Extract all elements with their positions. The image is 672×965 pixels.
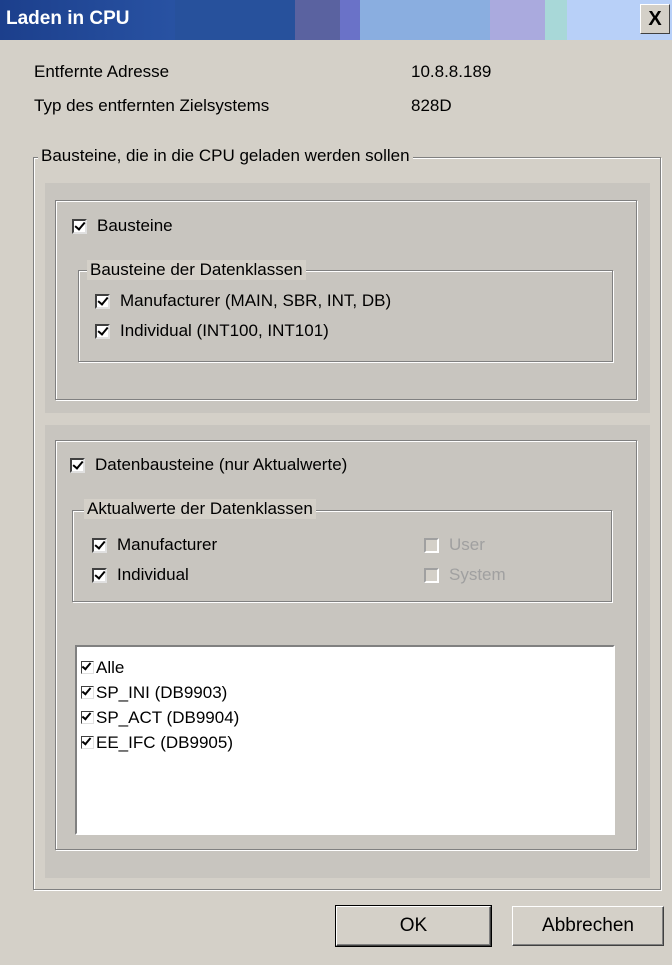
cancel-button[interactable]: Abbrechen — [512, 906, 664, 946]
titlebar-gradient-segment — [360, 0, 490, 40]
bausteine-individual-label: Individual (INT100, INT101) — [120, 321, 329, 340]
bausteine-manufacturer-label: Manufacturer (MAIN, SBR, INT, DB) — [120, 291, 392, 310]
list-item-ee-ifc[interactable]: EE_IFC (DB9905) — [81, 730, 609, 755]
bausteine-manufacturer-checkbox[interactable]: Manufacturer (MAIN, SBR, INT, DB) — [95, 291, 391, 311]
bausteine-label: Bausteine — [97, 216, 173, 235]
window-title: Laden in CPU — [6, 8, 130, 29]
checkbox-box[interactable] — [81, 661, 94, 674]
address-value: 10.8.8.189 — [411, 62, 492, 81]
list-item-label: Alle — [96, 657, 125, 677]
aktualwerte-manufacturer-checkbox[interactable]: Manufacturer — [92, 535, 217, 555]
list-item-sp-act[interactable]: SP_ACT (DB9904) — [81, 705, 609, 730]
aktualwerte-individual-checkbox[interactable]: Individual — [92, 565, 189, 585]
titlebar-gradient-segment — [340, 0, 360, 40]
list-item-label: EE_IFC (DB9905) — [96, 732, 233, 752]
bausteine-classes-legend: Bausteine der Datenklassen — [87, 260, 306, 280]
titlebar-gradient-segment — [295, 0, 340, 40]
checkbox-box[interactable] — [81, 736, 94, 749]
target-type-label: Typ des entfernten Zielsystems — [34, 96, 270, 115]
titlebar-gradient-segment — [490, 0, 545, 40]
checkbox-box[interactable] — [81, 711, 94, 724]
main-group-legend: Bausteine, die in die CPU geladen werden… — [38, 146, 413, 166]
list-item-sp-ini[interactable]: SP_INI (DB9903) — [81, 680, 609, 705]
checkbox-box[interactable] — [95, 293, 110, 309]
datenbausteine-label: Datenbausteine (nur Aktualwerte) — [95, 455, 348, 474]
checkbox-box[interactable] — [95, 323, 110, 339]
target-type-value: 828D — [411, 96, 452, 115]
aktualwerte-system-label: System — [449, 565, 506, 584]
aktualwerte-manufacturer-label: Manufacturer — [117, 535, 218, 554]
close-button[interactable]: X — [640, 4, 670, 34]
checkbox-box — [424, 567, 439, 583]
checkbox-box[interactable] — [72, 218, 87, 234]
list-item-label: SP_ACT (DB9904) — [96, 707, 240, 727]
titlebar-gradient-segment — [545, 0, 567, 40]
aktualwerte-groupbox — [72, 510, 612, 602]
checkbox-box[interactable] — [92, 567, 107, 583]
titlebar-gradient-segment — [175, 0, 295, 40]
aktualwerte-user-checkbox: User — [424, 535, 485, 555]
close-icon: X — [648, 8, 662, 30]
checkbox-box — [424, 537, 439, 553]
title-bar[interactable]: Laden in CPU X — [0, 0, 672, 40]
aktualwerte-individual-label: Individual — [117, 565, 189, 584]
list-item-alle[interactable]: Alle — [81, 655, 609, 680]
aktualwerte-legend: Aktualwerte der Datenklassen — [84, 499, 316, 519]
ok-button[interactable]: OK — [335, 905, 492, 947]
aktualwerte-user-label: User — [449, 535, 485, 554]
checkbox-box[interactable] — [92, 537, 107, 553]
datenbausteine-checkbox[interactable]: Datenbausteine (nur Aktualwerte) — [70, 455, 347, 475]
address-label: Entfernte Adresse — [34, 62, 170, 81]
checkbox-box[interactable] — [81, 686, 94, 699]
checkbox-box[interactable] — [70, 457, 85, 473]
datablock-listbox[interactable]: Alle SP_INI (DB9903) SP_ACT (DB9904) EE_… — [75, 645, 615, 835]
bausteine-individual-checkbox[interactable]: Individual (INT100, INT101) — [95, 321, 329, 341]
list-item-label: SP_INI (DB9903) — [96, 682, 228, 702]
bausteine-classes-groupbox — [78, 270, 613, 362]
bausteine-checkbox[interactable]: Bausteine — [72, 216, 173, 236]
aktualwerte-system-checkbox: System — [424, 565, 506, 585]
